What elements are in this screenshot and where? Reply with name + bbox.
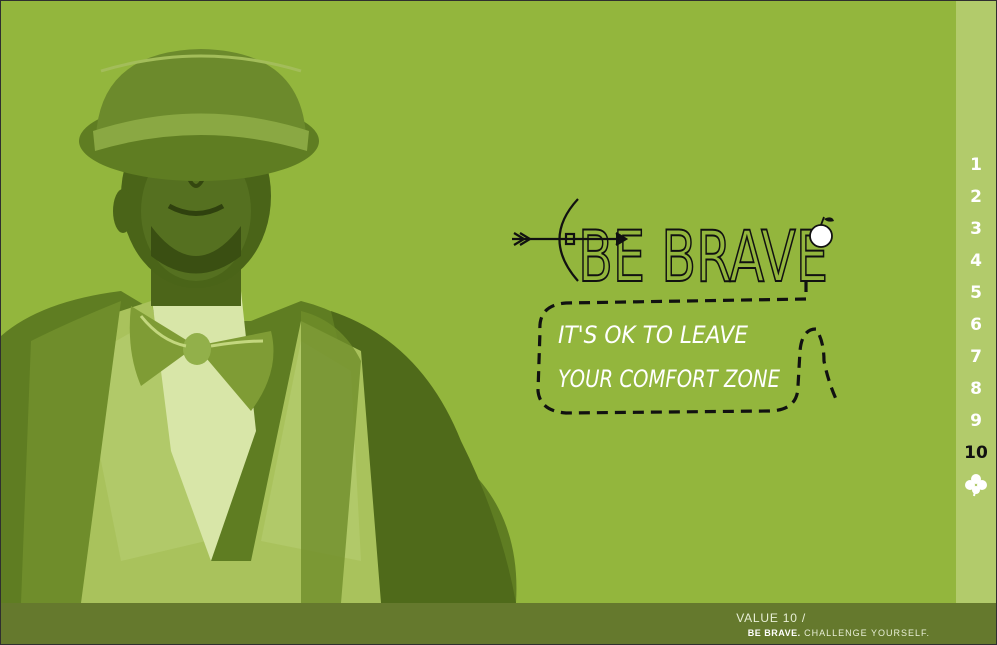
footer-value-label: VALUE 10 / <box>736 611 806 625</box>
nav-item-4[interactable]: 4 <box>956 251 996 271</box>
nav-item-6[interactable]: 6 <box>956 315 996 335</box>
nav-item-5[interactable]: 5 <box>956 283 996 303</box>
hero-graphic: BE BRAVE IT'S OK TO LEAVE YOUR COMFORT Z… <box>512 198 838 415</box>
hero-photo <box>1 49 517 603</box>
footer-tagline: BE BRAVE. CHALLENGE YOURSELF. <box>748 628 930 638</box>
sidebar-nav: 1 2 3 4 5 6 7 8 9 10 <box>956 1 996 603</box>
nav-item-3[interactable]: 3 <box>956 219 996 239</box>
nav-item-10[interactable]: 10 <box>956 443 996 463</box>
hero-subtitle-line2: YOUR COMFORT ZONE <box>558 365 781 393</box>
nav-item-9[interactable]: 9 <box>956 411 996 431</box>
clover-icon[interactable] <box>964 473 988 497</box>
page-frame: BE BRAVE IT'S OK TO LEAVE YOUR COMFORT Z… <box>0 0 997 645</box>
footer-tagline-rest: CHALLENGE YOURSELF. <box>800 628 930 638</box>
footer-bar: VALUE 10 / BE BRAVE. CHALLENGE YOURSELF. <box>1 603 996 644</box>
nav-item-2[interactable]: 2 <box>956 187 996 207</box>
nav-item-1[interactable]: 1 <box>956 155 996 175</box>
nav-item-7[interactable]: 7 <box>956 347 996 367</box>
hero-subtitle-line1: IT'S OK TO LEAVE <box>558 321 749 349</box>
footer-tagline-strong: BE BRAVE. <box>747 628 801 638</box>
hero-title: BE BRAVE <box>578 216 828 298</box>
nav-item-8[interactable]: 8 <box>956 379 996 399</box>
